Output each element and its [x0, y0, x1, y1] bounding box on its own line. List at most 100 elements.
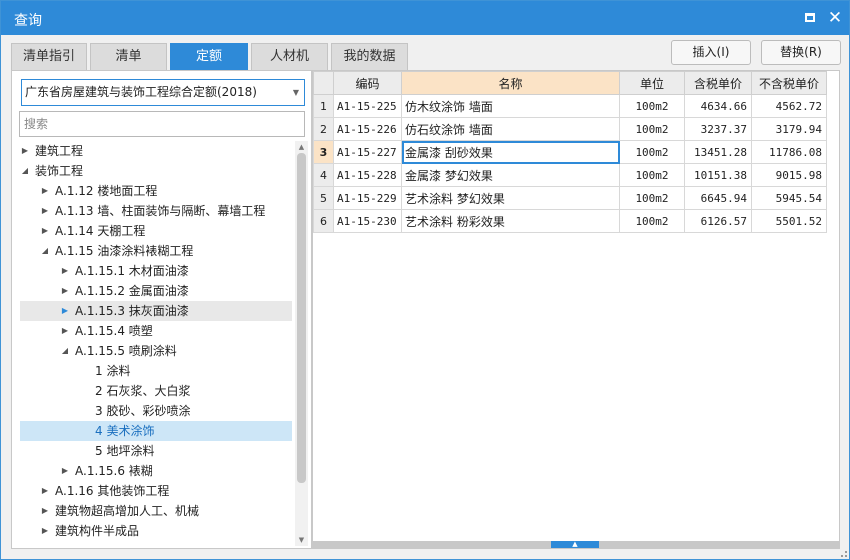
tab-my-data[interactable]: 我的数据 [331, 43, 408, 70]
table-cell-price-notax[interactable]: 5945.54 [751, 186, 827, 210]
column-header[interactable]: 不含税单价 [751, 71, 827, 95]
table-cell-price-tax[interactable]: 6645.94 [684, 186, 752, 210]
tree-node[interactable]: 5 地坪涂料 [20, 441, 292, 461]
table-cell-code[interactable]: A1-15-226 [333, 117, 402, 141]
collapsed-arrow-icon[interactable]: ▶ [60, 301, 70, 321]
table-cell-unit[interactable]: 100m2 [619, 186, 685, 210]
table-cell-price-notax[interactable]: 4562.72 [751, 94, 827, 118]
quota-library-select[interactable]: 广东省房屋建筑与装饰工程综合定额(2018) ▼ [21, 79, 305, 106]
table-cell-name[interactable]: 金属漆 刮砂效果 [401, 140, 620, 164]
table-cell-name[interactable]: 仿石纹涂饰 墙面 [401, 117, 620, 141]
table-cell-idx[interactable]: 6 [313, 209, 334, 233]
collapsed-arrow-icon[interactable]: ▶ [60, 461, 70, 481]
column-header[interactable] [313, 71, 334, 95]
column-header[interactable]: 含税单价 [684, 71, 752, 95]
table-row[interactable]: 2 A1-15-226 仿石纹涂饰 墙面 100m2 3237.37 3179.94 [313, 117, 827, 141]
tree-node[interactable]: ◢ A.1.15 油漆涂料裱糊工程 [20, 241, 292, 261]
collapsed-arrow-icon[interactable]: ▶ [40, 201, 50, 221]
table-cell-price-notax[interactable]: 3179.94 [751, 117, 827, 141]
tree-node[interactable]: ▶ A.1.15.2 金属面油漆 [20, 281, 292, 301]
table-cell-name[interactable]: 金属漆 梦幻效果 [401, 163, 620, 187]
tree-node[interactable]: ▶ A.1.13 墙、柱面装饰与隔断、幕墙工程 [20, 201, 292, 221]
tab-bill-guide[interactable]: 清单指引 [11, 43, 87, 70]
table-cell-unit[interactable]: 100m2 [619, 209, 685, 233]
table-cell-price-notax[interactable]: 11786.08 [751, 140, 827, 164]
tree-node[interactable]: ▶ A.1.15.6 裱糊 [20, 461, 292, 481]
scroll-up-icon[interactable]: ▲ [295, 141, 308, 153]
table-cell-price-tax[interactable]: 13451.28 [684, 140, 752, 164]
tree-node[interactable]: ▶ 建筑工程 [20, 141, 292, 161]
table-cell-idx[interactable]: 3 [313, 140, 334, 164]
table-horizontal-scrollbar[interactable]: ▲ [313, 541, 839, 548]
collapsed-arrow-icon[interactable]: ▶ [20, 141, 30, 161]
expanded-arrow-icon[interactable]: ◢ [20, 161, 30, 181]
table-cell-code[interactable]: A1-15-230 [333, 209, 402, 233]
table-cell-idx[interactable]: 4 [313, 163, 334, 187]
collapsed-arrow-icon[interactable]: ▶ [40, 501, 50, 521]
table-cell-code[interactable]: A1-15-225 [333, 94, 402, 118]
tree-node[interactable]: ▶ A.1.16 其他装饰工程 [20, 481, 292, 501]
table-cell-code[interactable]: A1-15-228 [333, 163, 402, 187]
column-header[interactable]: 名称 [401, 71, 620, 95]
title-bar[interactable]: 查询 ✕ [1, 1, 849, 35]
collapsed-arrow-icon[interactable]: ▶ [40, 221, 50, 241]
collapsed-arrow-icon[interactable]: ▶ [40, 181, 50, 201]
collapsed-arrow-icon[interactable]: ▶ [60, 281, 70, 301]
tree-node[interactable]: ▶ A.1.14 天棚工程 [20, 221, 292, 241]
table-cell-price-tax[interactable]: 6126.57 [684, 209, 752, 233]
tab-quota[interactable]: 定额 [170, 43, 248, 70]
expanded-arrow-icon[interactable]: ◢ [60, 341, 70, 361]
table-cell-unit[interactable]: 100m2 [619, 140, 685, 164]
table-cell-unit[interactable]: 100m2 [619, 163, 685, 187]
tree-node[interactable]: ◢ A.1.15.5 喷刷涂料 [20, 341, 292, 361]
table-cell-code[interactable]: A1-15-227 [333, 140, 402, 164]
resize-grip-icon[interactable] [841, 551, 847, 557]
table-cell-price-notax[interactable]: 5501.52 [751, 209, 827, 233]
table-cell-price-tax[interactable]: 3237.37 [684, 117, 752, 141]
tree-node[interactable]: 2 石灰浆、大白浆 [20, 381, 292, 401]
tab-bill[interactable]: 清单 [90, 43, 167, 70]
column-header[interactable]: 编码 [333, 71, 402, 95]
tree-node[interactable]: 1 涂料 [20, 361, 292, 381]
tree-node[interactable]: ▶ A.1.12 楼地面工程 [20, 181, 292, 201]
table-cell-price-tax[interactable]: 4634.66 [684, 94, 752, 118]
tree-scrollbar[interactable]: ▲ ▼ [295, 141, 308, 546]
replace-button[interactable]: 替换(R) [761, 40, 841, 65]
table-row[interactable]: 6 A1-15-230 艺术涂料 粉彩效果 100m2 6126.57 5501.52 [313, 209, 827, 233]
insert-button[interactable]: 插入(I) [671, 40, 751, 65]
table-row[interactable]: 3 A1-15-227 金属漆 刮砂效果 100m2 13451.28 11786.08 [313, 140, 827, 164]
tree-node[interactable]: ◢ 装饰工程 [20, 161, 292, 181]
table-cell-unit[interactable]: 100m2 [619, 94, 685, 118]
collapsed-arrow-icon[interactable]: ▶ [60, 321, 70, 341]
tree-node[interactable]: 3 胶砂、彩砂喷涂 [20, 401, 292, 421]
tree-node[interactable]: 4 美术涂饰 [20, 421, 292, 441]
table-cell-name[interactable]: 艺术涂料 梦幻效果 [401, 186, 620, 210]
table-cell-price-tax[interactable]: 10151.38 [684, 163, 752, 187]
collapsed-arrow-icon[interactable]: ▶ [60, 261, 70, 281]
tab-labor-material-machine[interactable]: 人材机 [251, 43, 328, 70]
table-row[interactable]: 4 A1-15-228 金属漆 梦幻效果 100m2 10151.38 9015.98 [313, 163, 827, 187]
table-cell-code[interactable]: A1-15-229 [333, 186, 402, 210]
close-icon[interactable]: ✕ [826, 9, 844, 27]
table-cell-price-notax[interactable]: 9015.98 [751, 163, 827, 187]
table-cell-name[interactable]: 仿木纹涂饰 墙面 [401, 94, 620, 118]
scroll-grip-icon[interactable]: ▲ [551, 541, 599, 548]
table-row[interactable]: 5 A1-15-229 艺术涂料 梦幻效果 100m2 6645.94 5945.54 [313, 186, 827, 210]
table-cell-name[interactable]: 艺术涂料 粉彩效果 [401, 209, 620, 233]
tree-node[interactable]: ▶ 建筑物超高增加人工、机械 [20, 501, 292, 521]
expanded-arrow-icon[interactable]: ◢ [40, 241, 50, 261]
collapsed-arrow-icon[interactable]: ▶ [40, 521, 50, 541]
table-row[interactable]: 1 A1-15-225 仿木纹涂饰 墙面 100m2 4634.66 4562.72 [313, 94, 827, 118]
search-input[interactable] [19, 111, 305, 137]
collapsed-arrow-icon[interactable]: ▶ [40, 481, 50, 501]
tree-node[interactable]: ▶ A.1.15.4 喷塑 [20, 321, 292, 341]
tree-node[interactable]: ▶ 建筑构件半成品 [20, 521, 292, 541]
column-header[interactable]: 单位 [619, 71, 685, 95]
scrollbar-thumb[interactable] [297, 153, 306, 483]
scroll-down-icon[interactable]: ▼ [295, 534, 308, 546]
table-cell-idx[interactable]: 5 [313, 186, 334, 210]
maximize-icon[interactable] [801, 9, 819, 27]
tree-node[interactable]: ▶ A.1.15.3 抹灰面油漆 [20, 301, 292, 321]
table-cell-idx[interactable]: 2 [313, 117, 334, 141]
table-cell-unit[interactable]: 100m2 [619, 117, 685, 141]
